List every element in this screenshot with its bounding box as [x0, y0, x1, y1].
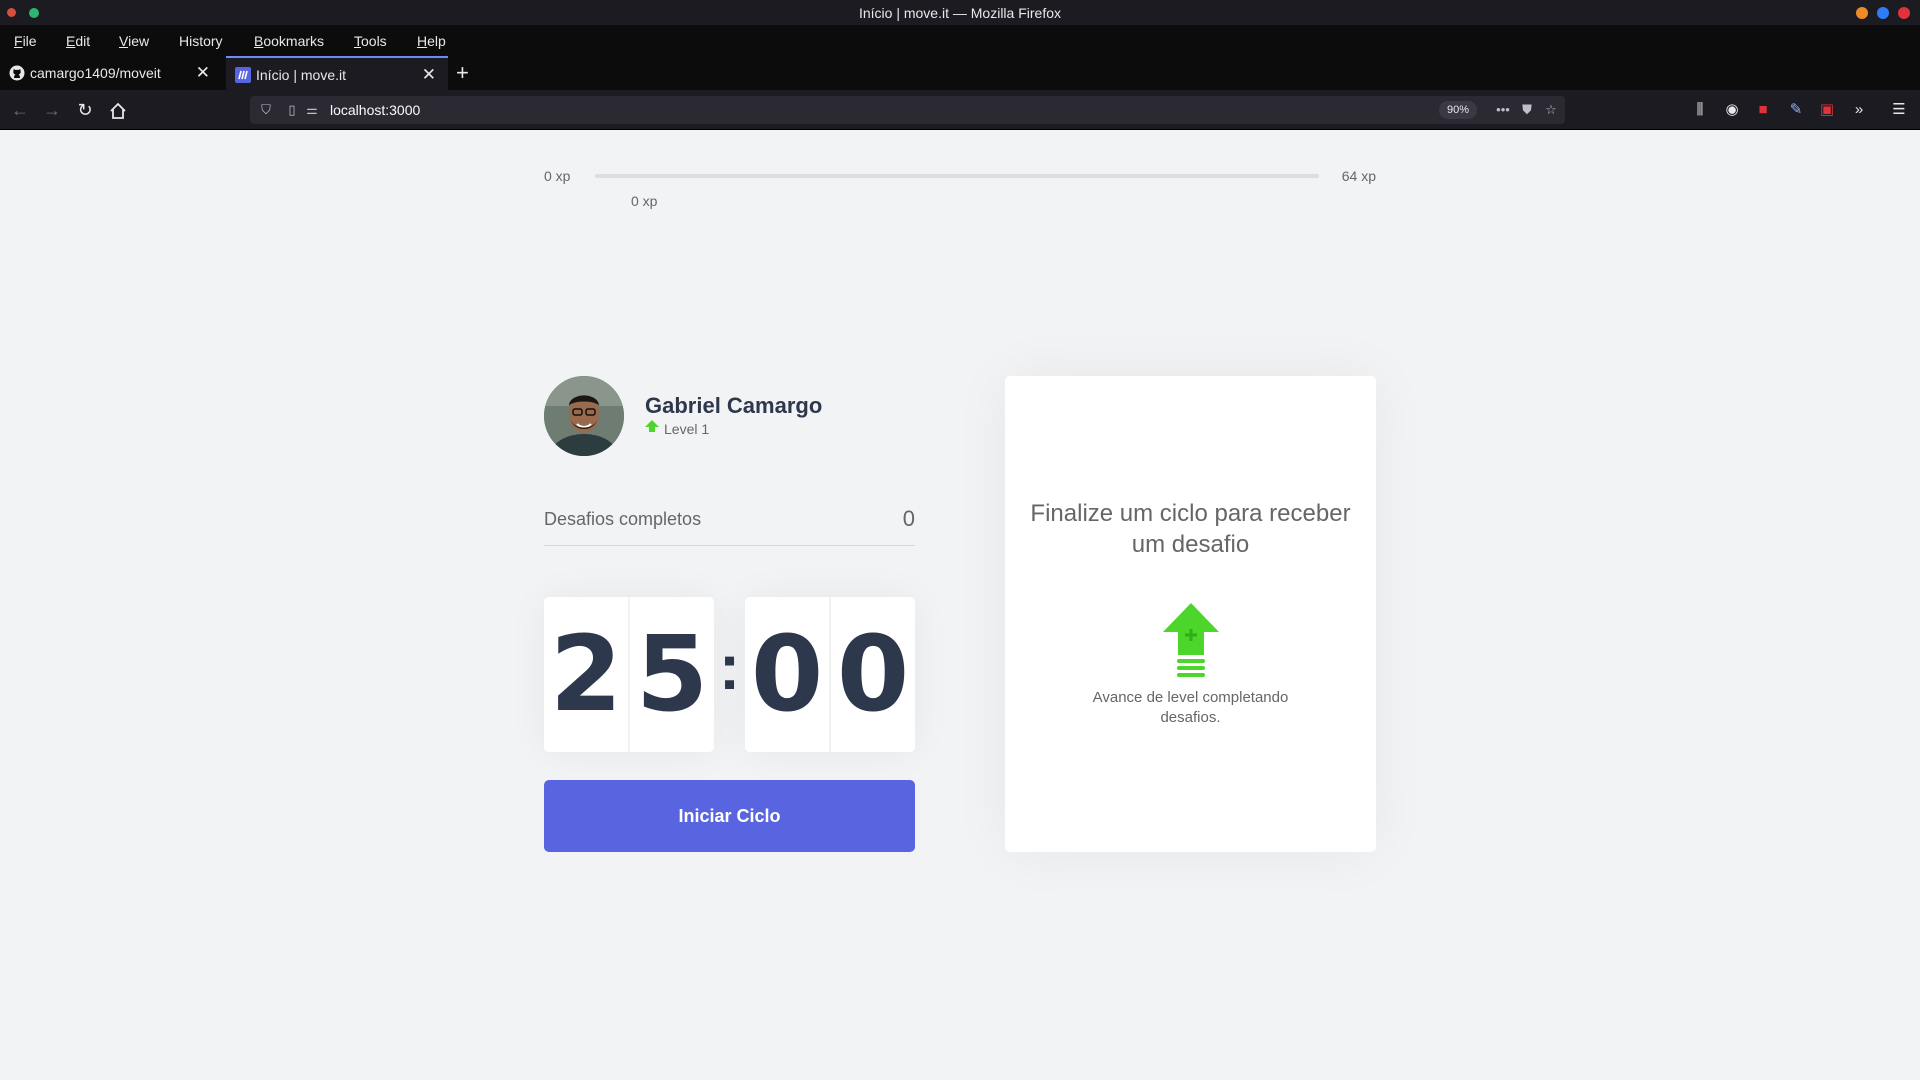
minutes-ones-digit: 5 [629, 597, 714, 752]
tab-github-close-icon[interactable]: ✕ [196, 63, 210, 83]
menu-tools[interactable]: Tools [354, 33, 387, 49]
xp-max-label: 64 xp [1341, 168, 1376, 184]
menu-edit-label: dit [75, 33, 91, 49]
tab-github[interactable]: camargo1409/moveit ✕ [0, 56, 222, 90]
account-icon[interactable]: ◉ [1721, 99, 1743, 121]
library-icon[interactable]: ⫼ [1689, 99, 1711, 121]
menu-view[interactable]: View [119, 33, 149, 49]
menu-edit[interactable]: Edit [66, 33, 90, 49]
maximize-button[interactable] [1877, 7, 1889, 19]
color-picker-extension-icon[interactable]: ✎ [1785, 99, 1807, 121]
page-icon: ▯ [288, 102, 296, 117]
menu-history-label: History [179, 33, 223, 49]
menu-file-label: ile [22, 33, 37, 49]
pocket-icon[interactable]: ⛊ [1519, 102, 1535, 118]
hamburger-menu-icon[interactable]: ☰ [1888, 99, 1910, 121]
menu-bookmarks-label: ookmarks [263, 33, 325, 49]
minutes-tens-digit: 2 [544, 597, 629, 752]
extension-icon[interactable]: ▣ [1816, 99, 1838, 121]
menu-help-mnemonic: H [417, 33, 428, 49]
experience-bar: 0 xp 0 xp 64 xp [544, 166, 1376, 209]
xp-track: 0 xp [595, 174, 1319, 209]
home-icon[interactable] [107, 100, 129, 122]
minimize-button[interactable] [1856, 7, 1868, 19]
menu-history[interactable]: History [179, 33, 223, 49]
countdown-seconds: 0 0 [745, 597, 915, 752]
menu-file-mnemonic: F [14, 33, 23, 49]
menu-help[interactable]: Help [417, 33, 446, 49]
window-titlebar: Início | move.it — Mozilla Firefox [0, 0, 1920, 25]
countdown-minutes: 2 5 [544, 597, 714, 752]
url-text[interactable]: localhost:3000 [330, 102, 420, 118]
seconds-ones-digit: 0 [830, 597, 915, 752]
menu-tools-mnemonic: T [354, 33, 361, 49]
bookmark-star-icon[interactable]: ☆ [1543, 102, 1559, 118]
menu-bookmarks-mnemonic: B [254, 33, 264, 49]
challenge-box-description: Avance de level completando desafios. [1092, 689, 1289, 726]
menu-view-label: iew [128, 33, 150, 49]
seconds-tens-digit: 0 [745, 597, 830, 752]
completed-challenges-label: Desafios completos [544, 509, 702, 529]
countdown-separator: : [718, 631, 741, 703]
menu-help-label: elp [427, 33, 446, 49]
new-tab-plus-icon[interactable]: + [456, 60, 469, 86]
reload-icon[interactable]: ↻ [74, 99, 96, 121]
moveit-icon [235, 67, 251, 83]
forward-arrow-icon[interactable]: → [41, 99, 63, 121]
countdown: 2 5 : 0 0 [544, 597, 915, 752]
menu-bookmarks[interactable]: Bookmarks [254, 33, 324, 49]
tab-moveit[interactable]: Início | move.it ✕ [226, 56, 448, 90]
start-cycle-button[interactable]: Iniciar Ciclo [544, 780, 915, 852]
completed-challenges: Desafios completos 0 [544, 500, 915, 546]
shield-icon[interactable]: ⛉ [258, 102, 274, 118]
overflow-chevrons-icon[interactable]: » [1848, 99, 1870, 121]
window-title: Início | move.it — Mozilla Firefox [858, 5, 1062, 21]
back-arrow-icon[interactable]: ← [9, 99, 31, 121]
level-up-icon [1163, 603, 1219, 677]
completed-challenges-count: 0 [902, 506, 915, 531]
menu-file[interactable]: File [14, 33, 37, 49]
profile-level: Level 1 [664, 421, 710, 437]
more-actions-icon[interactable]: ••• [1495, 102, 1511, 118]
profile: Gabriel Camargo Level 1 [544, 376, 924, 456]
url-bar[interactable]: ⛉ ▯ ⚌ localhost:3000 90% ••• ⛊ ☆ [250, 96, 1565, 124]
challenge-box-title: Finalize um ciclo para receber um desafi… [1030, 500, 1351, 558]
menu-view-mnemonic: V [119, 33, 129, 49]
xp-current-label: 0 xp [631, 193, 658, 209]
avatar [544, 376, 624, 456]
tab-bar: camargo1409/moveit ✕ Início | move.it ✕ [0, 56, 1920, 90]
close-window-button[interactable] [1898, 7, 1910, 19]
navigation-bar: ← → ↻ ⛉ ▯ ⚌ localhost:3000 90% ••• ⛊ ☆ ⫼… [0, 90, 1920, 130]
menu-tools-label: ools [361, 33, 387, 49]
level-up-arrow-icon [645, 420, 659, 432]
profile-name: Gabriel Camargo [645, 393, 823, 418]
tab-github-label: camargo1409/moveit [30, 65, 161, 81]
zoom-level-badge[interactable]: 90% [1438, 101, 1477, 119]
permissions-icon[interactable]: ⚌ [304, 102, 320, 118]
xp-min-label: 0 xp [544, 168, 571, 184]
tab-moveit-label: Início | move.it [256, 67, 347, 83]
lastpass-extension-icon[interactable]: ■ [1752, 99, 1774, 121]
menu-bar: File Edit View History Bookmarks Tools H… [0, 25, 1920, 56]
menu-edit-mnemonic: E [66, 33, 76, 49]
tab-moveit-close-icon[interactable]: ✕ [422, 65, 436, 85]
challenge-box: Finalize um ciclo para receber um desafi… [1005, 376, 1376, 852]
github-icon [9, 65, 25, 81]
